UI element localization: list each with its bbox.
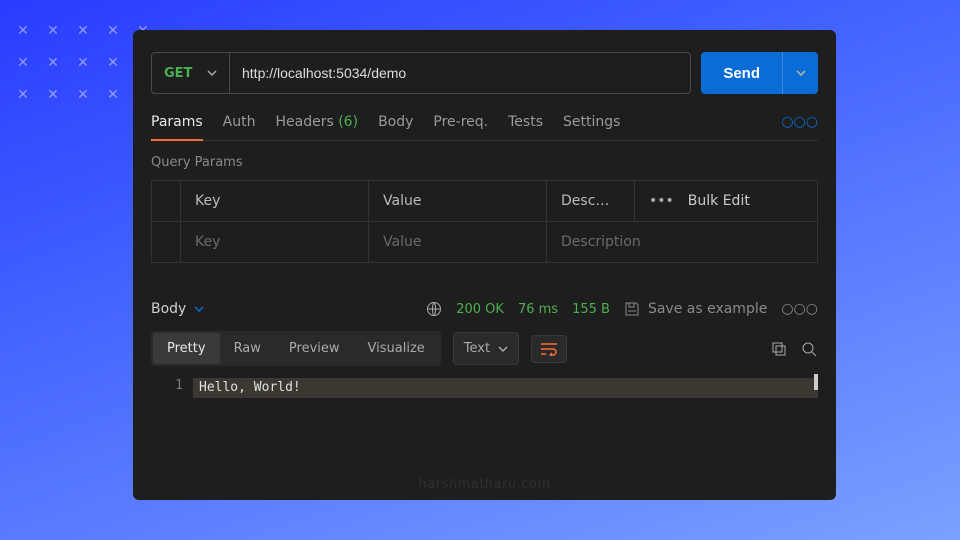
tabs-more-button[interactable]: ○○○ [781,114,818,140]
params-header-row: Key Value Desc… ••• Bulk Edit [152,181,817,222]
response-more-button[interactable]: ○○○ [781,301,818,317]
bulk-edit-button[interactable]: Bulk Edit [688,193,750,209]
response-time: 76 ms [518,302,558,317]
response-size: 155 B [572,302,610,317]
scrollbar-indicator [814,374,818,390]
chevron-down-icon [498,344,508,354]
response-status: 200 OK [456,302,504,317]
params-header-actions: ••• Bulk Edit [635,181,817,221]
search-icon[interactable] [800,340,818,358]
params-col-toggle[interactable] [152,181,181,221]
response-line-1: Hello, World! [193,378,818,398]
wrap-icon [540,342,558,356]
url-group: GET [151,52,691,94]
request-tabs: Params Auth Headers (6) Body Pre-req. Te… [151,114,818,141]
chevron-down-icon [796,68,806,78]
tab-body[interactable]: Body [378,114,413,140]
params-col-desc: Desc… [547,181,635,221]
api-client-window: GET Send Params Auth Headers (6) Body Pr… [133,30,836,500]
view-tab-visualize[interactable]: Visualize [354,333,439,364]
tab-params[interactable]: Params [151,114,203,140]
view-tab-pretty[interactable]: Pretty [153,333,220,364]
watermark: harshmatharu.com [419,477,551,492]
query-params-title: Query Params [151,155,818,170]
url-input[interactable] [230,53,690,93]
response-view-toolbar: Pretty Raw Preview Visualize Text [151,331,818,366]
param-value-input[interactable]: Value [369,222,547,262]
tab-settings[interactable]: Settings [563,114,620,140]
chevron-down-icon [207,68,217,78]
tab-auth[interactable]: Auth [223,114,256,140]
tab-prereq[interactable]: Pre-req. [433,114,488,140]
response-view-tabs: Pretty Raw Preview Visualize [151,331,441,366]
param-desc-input[interactable]: Description [547,222,817,262]
line-number: 1 [151,378,193,398]
more-columns-icon[interactable]: ••• [649,193,674,209]
chevron-down-icon [194,304,204,314]
save-as-example-button[interactable]: Save as example [624,301,767,317]
response-meta-bar: Body 200 OK 76 ms 155 B Save as example … [151,301,818,317]
response-body-dropdown[interactable]: Body [151,301,204,317]
send-more-button[interactable] [782,52,818,94]
response-body-viewer[interactable]: 1 Hello, World! [151,378,818,398]
param-key-input[interactable]: Key [181,222,369,262]
params-col-value: Value [369,181,547,221]
globe-icon[interactable] [426,301,442,317]
view-tab-raw[interactable]: Raw [220,333,275,364]
params-col-key: Key [181,181,369,221]
request-bar: GET Send [151,52,818,94]
wrap-lines-button[interactable] [531,335,567,363]
http-method-select[interactable]: GET [152,53,230,93]
params-empty-row[interactable]: Key Value Description [152,222,817,262]
save-icon [624,301,640,317]
copy-icon[interactable] [770,340,788,358]
params-table: Key Value Desc… ••• Bulk Edit Key Value … [151,180,818,263]
response-format-select[interactable]: Text [453,332,519,365]
http-method-label: GET [164,66,192,81]
send-group: Send [701,52,818,94]
send-button[interactable]: Send [701,52,782,94]
tab-tests[interactable]: Tests [508,114,543,140]
view-tab-preview[interactable]: Preview [275,333,354,364]
tab-headers[interactable]: Headers (6) [275,114,358,140]
